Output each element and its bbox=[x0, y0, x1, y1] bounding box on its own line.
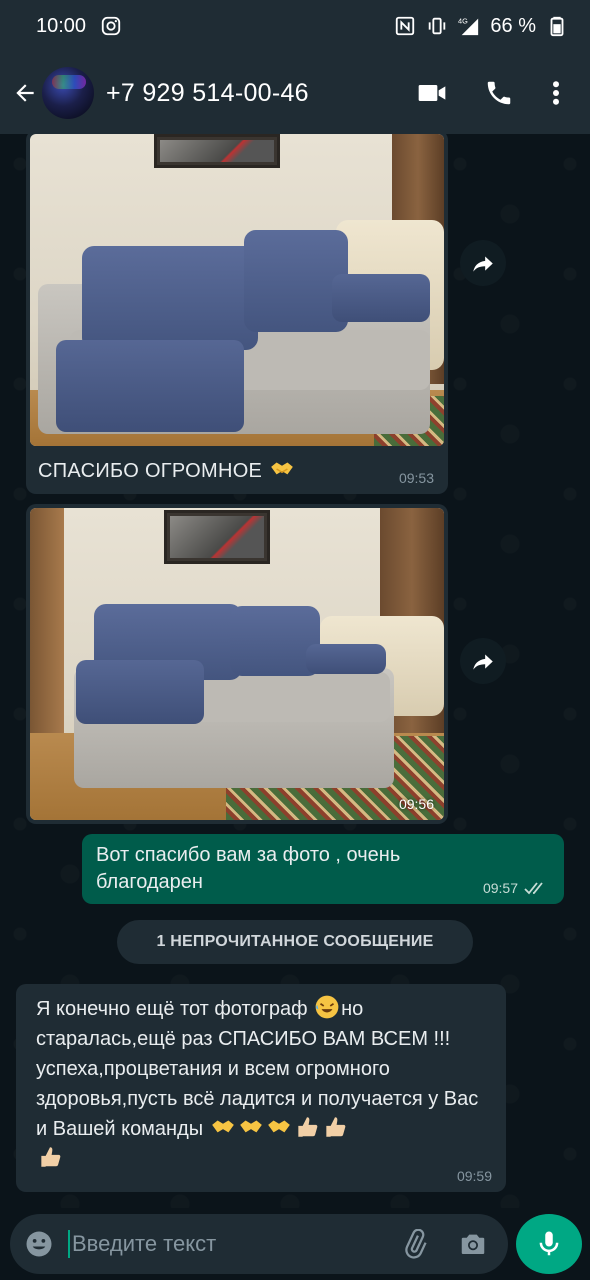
chat-header: +7 929 514-00-46 bbox=[0, 52, 590, 134]
message-input-container[interactable] bbox=[10, 1214, 508, 1274]
video-call-icon[interactable] bbox=[416, 77, 448, 109]
forward-icon bbox=[473, 256, 493, 272]
image-message[interactable]: 09:56 bbox=[26, 504, 448, 824]
contact-avatar[interactable] bbox=[42, 67, 94, 119]
image-message[interactable]: СПАСИБО ОГРОМНОЕ 09:53 bbox=[26, 134, 448, 494]
message-text: Я конечно ещё тот фотограф но старалась,… bbox=[36, 994, 488, 1174]
status-time: 10:00 bbox=[36, 14, 87, 37]
message-time: 09:59 bbox=[456, 1168, 492, 1184]
more-options-icon[interactable] bbox=[550, 78, 562, 108]
rolling-laughing-emoji-icon bbox=[315, 995, 339, 1019]
thumbs-up-emoji-icon bbox=[326, 1117, 346, 1137]
signal-icon: 4G bbox=[458, 16, 479, 36]
battery-percent: 66 % bbox=[490, 14, 536, 37]
message-input[interactable] bbox=[72, 1231, 352, 1257]
double-check-read-icon bbox=[524, 882, 543, 895]
message-caption: СПАСИБО ОГРОМНОЕ bbox=[30, 446, 444, 486]
message-time: 09:57 bbox=[482, 880, 518, 896]
svg-text:4G: 4G bbox=[458, 16, 468, 25]
handshake-emoji-icon bbox=[211, 1120, 234, 1133]
sofa-photo[interactable]: 09:56 bbox=[30, 508, 444, 820]
status-bar: 10:00 4G 66 % bbox=[0, 0, 590, 52]
handshake-emoji-icon bbox=[239, 1120, 262, 1133]
forward-button[interactable] bbox=[460, 638, 506, 684]
unread-messages-banner: 1 НЕПРОЧИТАННОЕ СООБЩЕНИЕ bbox=[117, 920, 473, 964]
message-text: Вот спасибо вам за фото , очень благодар… bbox=[96, 844, 401, 893]
sofa-photo[interactable] bbox=[30, 134, 444, 446]
forward-button[interactable] bbox=[460, 240, 506, 286]
phone-call-icon[interactable] bbox=[484, 78, 514, 108]
text-cursor bbox=[68, 1230, 70, 1258]
back-button[interactable] bbox=[10, 73, 40, 113]
message-composer bbox=[0, 1208, 590, 1280]
contact-name[interactable]: +7 929 514-00-46 bbox=[106, 79, 309, 108]
message-time: 09:56 bbox=[398, 796, 434, 812]
microphone-icon bbox=[539, 1231, 559, 1256]
attach-icon[interactable] bbox=[400, 1229, 430, 1259]
vibrate-icon bbox=[429, 17, 446, 35]
handshake-emoji-icon bbox=[267, 1120, 290, 1133]
thumbs-up-emoji-icon bbox=[298, 1117, 318, 1137]
incoming-message[interactable]: Я конечно ещё тот фотограф но старалась,… bbox=[16, 984, 506, 1192]
arrow-left-icon bbox=[16, 84, 34, 102]
nfc-icon bbox=[396, 16, 415, 36]
handshake-emoji-icon bbox=[271, 462, 293, 475]
camera-icon[interactable] bbox=[458, 1229, 488, 1259]
chat-messages[interactable]: СПАСИБО ОГРОМНОЕ 09:53 09:56 Вот спасибо… bbox=[0, 134, 590, 1208]
message-time: 09:53 bbox=[398, 470, 434, 486]
emoji-picker-icon[interactable] bbox=[24, 1229, 54, 1259]
outgoing-message[interactable]: Вот спасибо вам за фото , очень благодар… bbox=[82, 834, 564, 904]
thumbs-up-emoji-icon bbox=[41, 1147, 61, 1167]
instagram-icon bbox=[101, 16, 121, 36]
forward-icon bbox=[473, 654, 493, 670]
voice-message-button[interactable] bbox=[516, 1214, 582, 1274]
battery-icon bbox=[550, 16, 564, 37]
